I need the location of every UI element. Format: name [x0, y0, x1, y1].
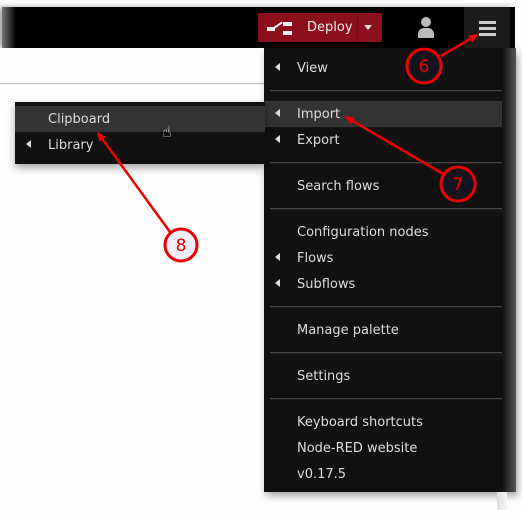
node-red-editor: Deploy View Import Export Search flows C…	[0, 0, 522, 515]
menu-item-flows[interactable]: Flows	[264, 245, 516, 271]
submenu-arrow-icon	[275, 279, 280, 287]
menu-item-keyboard-shortcuts[interactable]: Keyboard shortcuts	[264, 409, 516, 435]
menu-item-label: Configuration nodes	[297, 224, 429, 240]
menu-item-label: Node-RED website	[297, 440, 418, 456]
annotation-badge-8: 8	[163, 227, 199, 263]
caret-down-icon[interactable]	[364, 25, 372, 30]
submenu-item-clipboard[interactable]: Clipboard	[15, 106, 265, 132]
menu-item-search-flows[interactable]: Search flows	[264, 173, 516, 199]
menu-item-import[interactable]: Import	[264, 101, 516, 127]
submenu-arrow-icon	[275, 109, 280, 117]
user-menu-button[interactable]	[404, 7, 448, 48]
pointer-hand-cursor: ☝	[162, 122, 172, 141]
menu-item-label: Manage palette	[297, 322, 399, 338]
main-menu-button[interactable]	[464, 7, 510, 48]
menu-divider	[270, 398, 516, 400]
deploy-button[interactable]: Deploy	[258, 13, 382, 42]
deploy-flow-icon	[267, 20, 297, 35]
menu-item-export[interactable]: Export	[264, 127, 516, 153]
menu-item-node-red-website[interactable]: Node-RED website	[264, 435, 516, 461]
menu-item-subflows[interactable]: Subflows	[264, 271, 516, 297]
main-menu: View Import Export Search flows Configur…	[264, 48, 516, 492]
workspace-tabs	[0, 48, 264, 84]
submenu-arrow-icon	[275, 135, 280, 143]
deploy-label: Deploy	[307, 20, 353, 35]
menu-item-version: v0.17.5	[264, 461, 516, 487]
menu-item-label: Clipboard	[48, 111, 111, 127]
menu-divider	[270, 90, 516, 92]
menu-divider	[270, 208, 516, 210]
submenu-arrow-icon	[275, 253, 280, 261]
menu-item-settings[interactable]: Settings	[264, 363, 516, 389]
menu-item-label: Flows	[297, 250, 334, 266]
menu-item-label: Library	[48, 137, 94, 153]
menu-item-label: Subflows	[297, 276, 356, 292]
menu-item-manage-palette[interactable]: Manage palette	[264, 317, 516, 343]
version-label: v0.17.5	[297, 466, 347, 482]
menu-item-label: View	[297, 60, 328, 76]
menu-divider	[270, 352, 516, 354]
submenu-arrow-icon	[26, 140, 31, 148]
menu-item-label: Keyboard shortcuts	[297, 414, 423, 430]
submenu-arrow-icon	[275, 63, 280, 71]
import-submenu: Clipboard Library	[15, 102, 265, 164]
menu-item-label: Import	[297, 106, 341, 122]
scrollbar[interactable]	[497, 492, 507, 510]
submenu-item-library[interactable]: Library	[15, 132, 265, 158]
menu-item-label: Search flows	[297, 178, 380, 194]
menu-item-view[interactable]: View	[264, 55, 516, 81]
menu-divider	[270, 162, 516, 164]
menu-item-label: Export	[297, 132, 340, 148]
menu-item-configuration-nodes[interactable]: Configuration nodes	[264, 219, 516, 245]
badge-number: 8	[176, 236, 187, 256]
menu-item-label: Settings	[297, 368, 351, 384]
menu-divider	[270, 306, 516, 308]
deploy-divider	[357, 13, 358, 42]
